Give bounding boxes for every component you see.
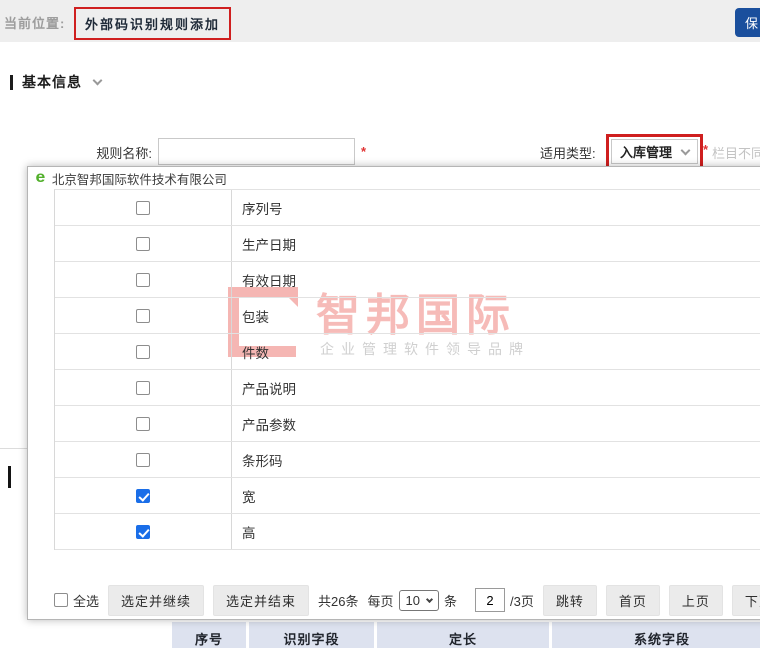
checkbox-cell [55, 190, 232, 225]
breadcrumb-bar: 当前位置: 外部码识别规则添加 保存 [0, 0, 760, 42]
jump-button[interactable]: 跳转 [542, 584, 597, 616]
field-label: 条形码 [242, 453, 283, 469]
table-row: 产品说明 [55, 370, 760, 406]
next-page-button[interactable]: 下页 [731, 584, 760, 616]
per-page-value: 10 [405, 592, 420, 608]
column-header: 序号 [172, 622, 246, 648]
breadcrumb-current-highlight: 外部码识别规则添加 [74, 7, 232, 40]
first-page-button[interactable]: 首页 [605, 584, 660, 616]
checkbox-cell [55, 370, 232, 405]
row-checkbox[interactable] [136, 380, 150, 395]
save-button[interactable]: 保存 [735, 8, 760, 37]
table-row: 高 [55, 514, 760, 550]
section-title: 基本信息 [22, 74, 82, 90]
row-checkbox[interactable] [136, 308, 150, 323]
apply-type-select[interactable]: 入库管理 [611, 139, 699, 164]
required-asterisk: * [703, 142, 709, 157]
checkbox-cell [55, 226, 232, 261]
apply-type-note: 栏目不同 [712, 146, 760, 161]
row-checkbox[interactable] [136, 344, 150, 359]
breadcrumb-label: 当前位置: [4, 16, 66, 31]
prev-page-button[interactable]: 上页 [668, 584, 723, 616]
checkbox-cell [55, 478, 232, 513]
field-label: 产品参数 [242, 417, 296, 433]
chevron-down-icon[interactable] [92, 75, 103, 85]
field-table-body: 序列号生产日期有效日期包装件数产品说明产品参数条形码宽高 [54, 189, 760, 550]
column-header: 识别字段 [249, 622, 374, 648]
basic-info-form: 规则名称: * 适用类型: 入库管理 * 栏目不同 [0, 134, 760, 169]
dialog-title: 北京智邦国际软件技术有限公司 [51, 172, 227, 187]
checkbox-cell [55, 262, 232, 297]
select-and-continue-button[interactable]: 选定并继续 [108, 584, 205, 616]
field-label: 包装 [242, 309, 269, 325]
field-label: 产品说明 [242, 381, 296, 397]
select-and-finish-button[interactable]: 选定并结束 [213, 584, 310, 616]
table-row: 包装 [55, 298, 760, 334]
row-checkbox[interactable] [136, 524, 150, 539]
section-header-basic-info[interactable]: 基本信息 [10, 72, 103, 92]
row-checkbox[interactable] [136, 236, 150, 251]
table-row: 宽 [55, 478, 760, 514]
checkbox-cell [55, 442, 232, 477]
page-number-input[interactable] [475, 588, 506, 612]
apply-type-value: 入库管理 [620, 145, 673, 160]
field-picker-dialog: e 北京智邦国际软件技术有限公司 智邦国际 企业管理软件领导品牌 序列号 生产日期… [27, 166, 760, 620]
table-row: 条形码 [55, 442, 760, 478]
dialog-titlebar[interactable]: e 北京智邦国际软件技术有限公司 [28, 167, 760, 189]
page: 当前位置: 外部码识别规则添加 保存 基本信息 规则名称: * 适用类型: 入库… [0, 0, 760, 648]
table-row: 有效日期 [55, 262, 760, 298]
field-label: 高 [242, 525, 256, 541]
recognition-field-table-header: 序号 识别字段 定长 系统字段 [172, 622, 760, 648]
chevron-down-icon [425, 595, 434, 603]
dialog-pagination: 全选 选定并继续 选定并结束 共26条 每页 10 条 /3页 跳转 首页 上页… [54, 584, 760, 616]
select-all-checkbox[interactable] [54, 593, 68, 607]
rule-name-label: 规则名称: [96, 146, 152, 161]
table-row: 件数 [55, 334, 760, 370]
apply-type-label: 适用类型: [540, 146, 596, 161]
field-label: 生产日期 [242, 237, 296, 253]
required-asterisk: * [361, 144, 367, 159]
chevron-down-icon [680, 145, 691, 156]
table-row: 序列号 [55, 190, 760, 226]
background-divider [0, 448, 28, 449]
per-page-suffix: 条 [444, 593, 458, 609]
page-total-label: /3页 [510, 593, 534, 609]
column-header: 系统字段 [552, 622, 760, 648]
checkbox-cell [55, 334, 232, 369]
checkbox-cell [55, 298, 232, 333]
field-label: 序列号 [242, 201, 283, 217]
background-section-marker [8, 466, 11, 488]
total-count-label: 共26条 [318, 593, 359, 609]
field-label: 宽 [242, 489, 256, 505]
section-marker [10, 74, 13, 90]
column-header: 定长 [377, 622, 549, 648]
field-label: 件数 [242, 345, 269, 361]
row-checkbox[interactable] [136, 488, 150, 503]
field-label: 有效日期 [242, 273, 296, 289]
row-checkbox[interactable] [136, 272, 150, 287]
per-page-select[interactable]: 10 [398, 589, 439, 611]
browser-favicon-icon: e [35, 169, 46, 186]
select-all-group[interactable]: 全选 [54, 591, 99, 610]
table-row: 产品参数 [55, 406, 760, 442]
checkbox-cell [55, 406, 232, 441]
per-page-prefix: 每页 [367, 593, 394, 609]
row-checkbox[interactable] [136, 200, 150, 215]
checkbox-cell [55, 514, 232, 549]
rule-name-input[interactable] [158, 138, 355, 165]
page-number-group: /3页 [475, 588, 534, 612]
apply-type-highlight-box: 入库管理 [606, 134, 704, 169]
table-row: 生产日期 [55, 226, 760, 262]
row-checkbox[interactable] [136, 452, 150, 467]
row-checkbox[interactable] [136, 416, 150, 431]
per-page-group: 每页 10 条 [367, 589, 458, 611]
select-all-label: 全选 [73, 593, 100, 609]
